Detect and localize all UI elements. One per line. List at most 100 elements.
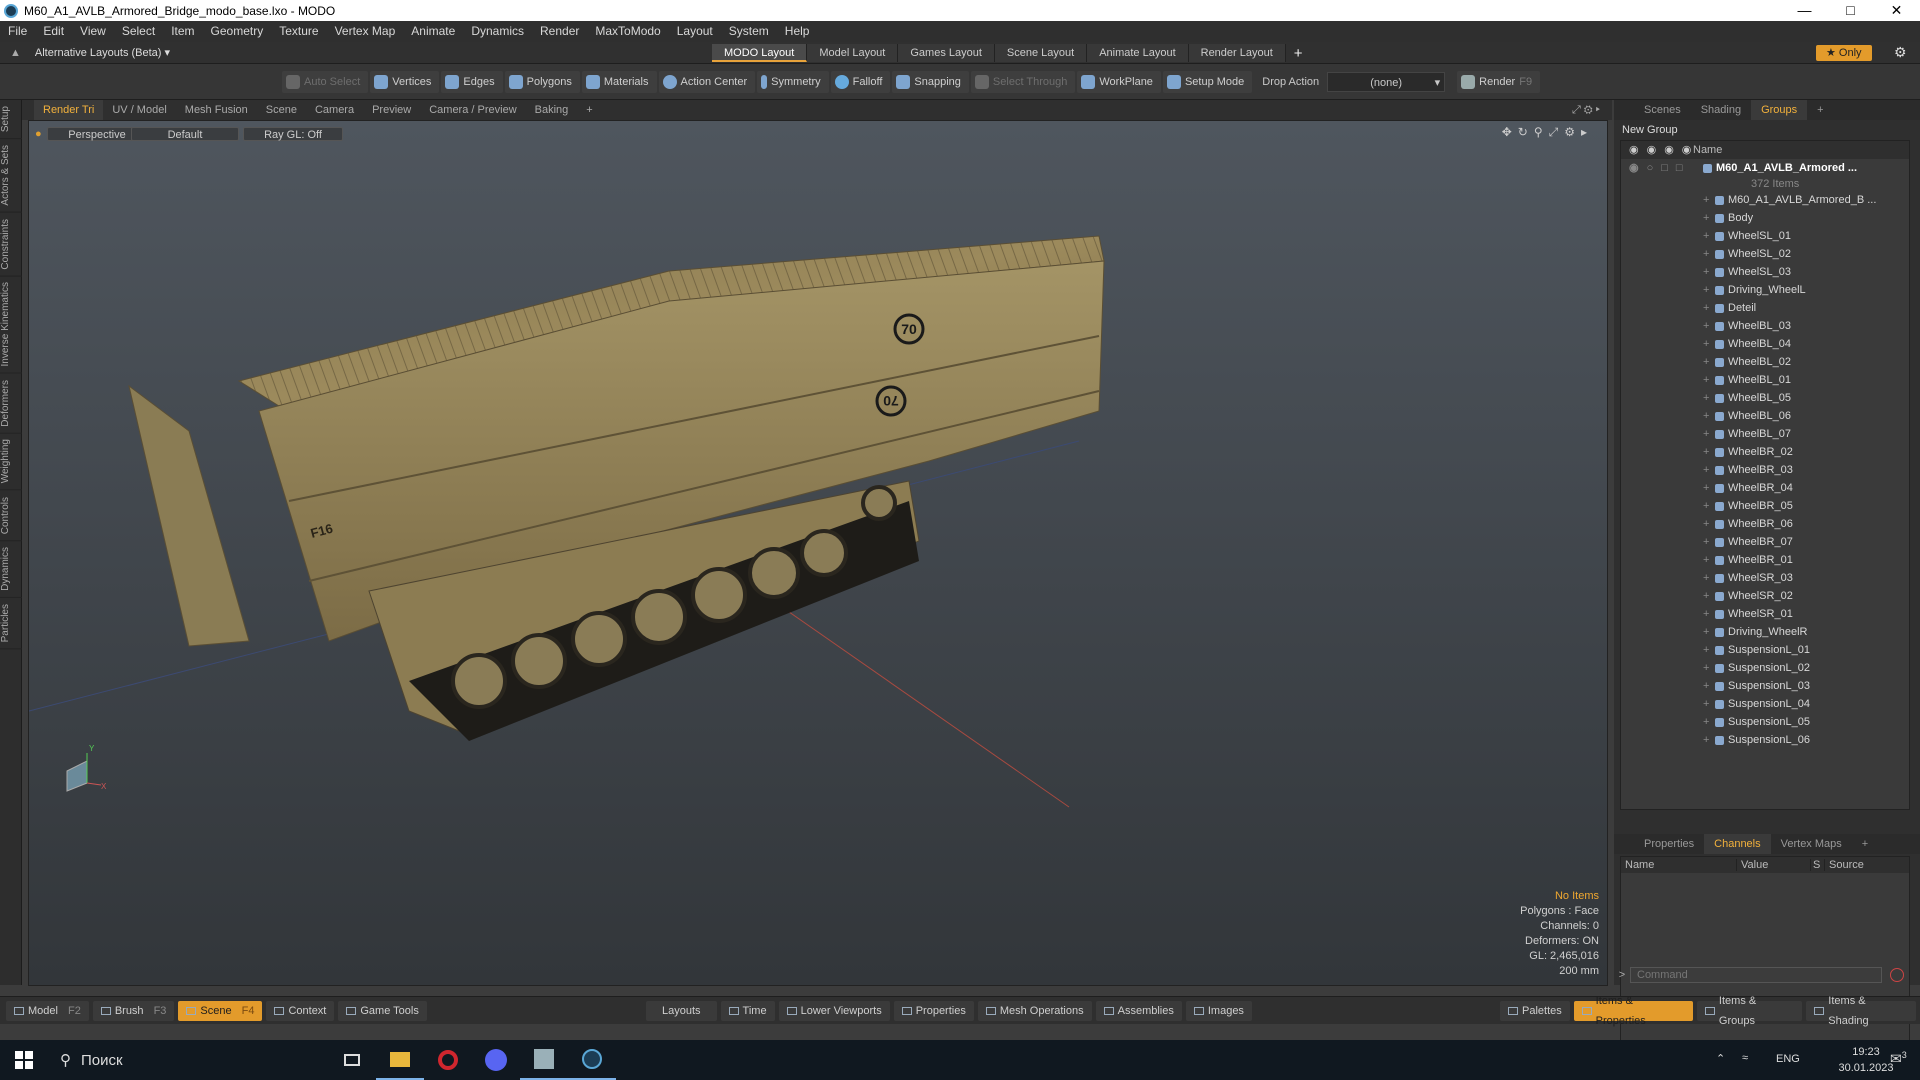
expand-icon[interactable]: +	[1703, 245, 1715, 263]
viewport-expand-icon[interactable]: ⤢ ⚙ ▸	[1572, 104, 1600, 117]
action-center-button[interactable]: Action Center	[658, 70, 756, 93]
app-icon[interactable]	[520, 1040, 568, 1080]
group-list-item[interactable]: + WheelBR_05	[1621, 497, 1909, 515]
group-list-item[interactable]: + WheelBR_04	[1621, 479, 1909, 497]
menu-render[interactable]: Render	[532, 21, 587, 42]
symmetry-button[interactable]: Symmetry	[757, 70, 829, 93]
network-icon[interactable]: ≈	[1742, 1052, 1748, 1064]
group-list-item[interactable]: + WheelBR_03	[1621, 461, 1909, 479]
vtab-deformers[interactable]: Deformers	[0, 373, 22, 434]
task-view-icon[interactable]	[328, 1040, 376, 1080]
menu-select[interactable]: Select	[114, 21, 163, 42]
tab-mesh-fusion[interactable]: Mesh Fusion	[176, 100, 257, 120]
new-group-button[interactable]: New Group	[1614, 120, 1920, 140]
menu-texture[interactable]: Texture	[271, 21, 326, 42]
group-list-item[interactable]: + WheelBL_02	[1621, 353, 1909, 371]
vtab-controls[interactable]: Controls	[0, 490, 22, 542]
expand-icon[interactable]: +	[1703, 731, 1715, 749]
command-input[interactable]	[1630, 967, 1882, 983]
expand-icon[interactable]: +	[1703, 227, 1715, 245]
properties-button[interactable]: Properties	[893, 1001, 974, 1021]
render-button[interactable]: Render F9	[1457, 70, 1541, 93]
context-button[interactable]: Context	[266, 1000, 335, 1021]
menu-layout[interactable]: Layout	[669, 21, 721, 42]
expand-icon[interactable]: +	[1703, 713, 1715, 731]
items-properties-button[interactable]: Items & Properties	[1573, 995, 1694, 1027]
tab-scene[interactable]: Scene	[257, 100, 306, 120]
tab-camera-preview[interactable]: Camera / Preview	[420, 100, 525, 120]
windows-start-icon[interactable]	[0, 1040, 48, 1080]
vtab-particles[interactable]: Particles	[0, 597, 22, 650]
group-list-item[interactable]: + Deteil	[1621, 299, 1909, 317]
group-list-item[interactable]: + SuspensionL_02	[1621, 659, 1909, 677]
mesh-operations-button[interactable]: Mesh Operations	[977, 1001, 1092, 1021]
game-tools-button[interactable]: Game Tools	[338, 1000, 427, 1021]
expand-icon[interactable]: +	[1703, 677, 1715, 695]
brush-button[interactable]: Brush F3	[92, 1000, 175, 1021]
tab-modo-layout[interactable]: MODO Layout	[712, 44, 808, 62]
modo-taskbar-icon[interactable]	[568, 1040, 616, 1080]
taskbar-search[interactable]: ⚲ Поиск	[48, 1040, 328, 1080]
group-list-item[interactable]: + SuspensionL_05	[1621, 713, 1909, 731]
tab-camera[interactable]: Camera	[306, 100, 363, 120]
group-list-item[interactable]: + SuspensionL_06	[1621, 731, 1909, 749]
group-list-item[interactable]: + WheelBL_01	[1621, 371, 1909, 389]
language-indicator[interactable]: ENG	[1776, 1053, 1800, 1065]
expand-icon[interactable]: +	[1703, 353, 1715, 371]
add-tab-icon[interactable]: +	[577, 100, 601, 120]
expand-icon[interactable]: +	[1703, 497, 1715, 515]
tab-scene-layout[interactable]: Scene Layout	[994, 44, 1088, 62]
maximize-icon[interactable]: □	[1828, 0, 1873, 21]
vtab-actors-sets[interactable]: Actors & Sets	[0, 139, 22, 213]
vtab-setup[interactable]: Setup	[0, 100, 22, 140]
expand-icon[interactable]: +	[1703, 371, 1715, 389]
menu-view[interactable]: View	[72, 21, 114, 42]
scene-button[interactable]: Scene F4	[178, 1000, 263, 1021]
group-list-item[interactable]: + WheelSL_01	[1621, 227, 1909, 245]
tab-games-layout[interactable]: Games Layout	[898, 44, 995, 62]
group-root[interactable]: ◉○□□ M60_A1_AVLB_Armored ...	[1621, 159, 1909, 177]
expand-icon[interactable]: +	[1703, 443, 1715, 461]
tab-render-layout[interactable]: Render Layout	[1188, 44, 1286, 62]
drop-action-select[interactable]: (none) ▾	[1327, 71, 1446, 92]
group-list-item[interactable]: + M60_A1_AVLB_Armored_B ...	[1621, 191, 1909, 209]
expand-icon[interactable]: +	[1703, 461, 1715, 479]
close-icon[interactable]: ✕	[1874, 0, 1919, 21]
vtab-constraints[interactable]: Constraints	[0, 212, 22, 277]
group-list-item[interactable]: + SuspensionL_04	[1621, 695, 1909, 713]
tab-animate-layout[interactable]: Animate Layout	[1087, 44, 1189, 62]
tab-scenes[interactable]: Scenes	[1634, 100, 1691, 120]
opera-icon[interactable]	[424, 1040, 472, 1080]
expand-icon[interactable]: +	[1703, 263, 1715, 281]
expand-icon[interactable]: +	[1703, 569, 1715, 587]
group-list-item[interactable]: + WheelBL_06	[1621, 407, 1909, 425]
workplane-button[interactable]: WorkPlane	[1077, 70, 1161, 93]
expand-icon[interactable]: +	[1703, 407, 1715, 425]
add-panel-tab-icon[interactable]: +	[1807, 100, 1833, 120]
group-list-item[interactable]: + WheelBR_06	[1621, 515, 1909, 533]
group-list-item[interactable]: + Driving_WheelR	[1621, 623, 1909, 641]
group-list-item[interactable]: + WheelBL_07	[1621, 425, 1909, 443]
file-explorer-icon[interactable]	[376, 1040, 424, 1080]
group-list-item[interactable]: + Driving_WheelL	[1621, 281, 1909, 299]
group-list-item[interactable]: + WheelSR_02	[1621, 587, 1909, 605]
menu-vertex-map[interactable]: Vertex Map	[327, 21, 404, 42]
images-button[interactable]: Images	[1185, 1001, 1252, 1021]
group-list-item[interactable]: + SuspensionL_01	[1621, 641, 1909, 659]
tab-channels[interactable]: Channels	[1704, 834, 1771, 854]
tab-baking[interactable]: Baking	[526, 100, 578, 120]
tab-properties[interactable]: Properties	[1634, 834, 1704, 854]
menu-maxtomodo[interactable]: MaxToModo	[587, 21, 668, 42]
vtab-dynamics[interactable]: Dynamics	[0, 541, 22, 598]
minimize-icon[interactable]: —	[1782, 0, 1827, 21]
group-list-item[interactable]: + WheelBR_01	[1621, 551, 1909, 569]
group-list-item[interactable]: + WheelBL_03	[1621, 317, 1909, 335]
lower-viewports-button[interactable]: Lower Viewports	[778, 1001, 890, 1021]
model-button[interactable]: Model F2	[6, 1000, 89, 1021]
snapping-button[interactable]: Snapping	[892, 70, 969, 93]
expand-icon[interactable]: +	[1703, 191, 1715, 209]
vertices-button[interactable]: Vertices	[370, 70, 440, 93]
expand-icon[interactable]: +	[1703, 425, 1715, 443]
expand-icon[interactable]: +	[1703, 299, 1715, 317]
menu-edit[interactable]: Edit	[35, 21, 72, 42]
